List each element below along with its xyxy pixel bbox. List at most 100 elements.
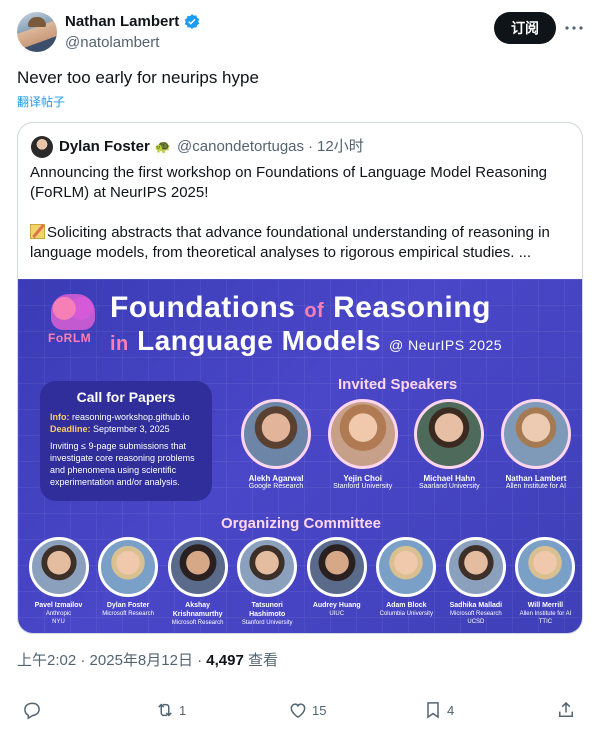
subscribe-button[interactable]: 订阅 bbox=[494, 12, 556, 44]
share-icon bbox=[559, 701, 573, 717]
cfp-deadline-value: September 3, 2025 bbox=[93, 424, 170, 434]
organizer: Adam Block Columbia University bbox=[372, 537, 441, 627]
speaker-photo bbox=[327, 399, 398, 469]
separator-dot: · bbox=[308, 138, 314, 155]
speaker-affiliation: Saarland University bbox=[418, 483, 480, 490]
organizer-affiliation: Microsoft Research bbox=[102, 611, 154, 617]
speaker-name: Nathan Lambert bbox=[505, 474, 567, 483]
organizer: Audrey Huang UIUC bbox=[302, 537, 371, 627]
speaker-affiliation: Google Research bbox=[248, 483, 304, 490]
quoted-paragraph-2-text: Soliciting abstracts that advance founda… bbox=[30, 224, 550, 261]
cfp-info-value: reasoning-workshop.github.io bbox=[72, 412, 190, 422]
memo-emoji-icon bbox=[30, 224, 45, 239]
repost-button[interactable]: 1 bbox=[155, 700, 186, 720]
organizer: Dylan Foster Microsoft Research bbox=[94, 537, 163, 627]
speaker-photo bbox=[241, 399, 311, 469]
organizer-name: Will Merrill bbox=[527, 602, 564, 609]
post-text: Never too early for neurips hype bbox=[17, 68, 259, 87]
organizer-affiliation: Microsoft Research UCSD bbox=[450, 611, 502, 625]
bookmark-icon bbox=[427, 702, 439, 719]
quoted-post-time: 12小时 bbox=[317, 138, 364, 155]
workshop-banner-image[interactable]: FoRLM Foundations of Reasoning in Langua… bbox=[18, 279, 582, 633]
like-count: 15 bbox=[312, 702, 327, 718]
quoted-author-handle: @canondetortugas bbox=[177, 138, 305, 155]
author-name[interactable]: Nathan Lambert bbox=[65, 12, 179, 32]
more-options-icon[interactable] bbox=[564, 18, 584, 38]
call-for-papers-box: Call for Papers Info: reasoning-workshop… bbox=[40, 381, 212, 501]
repost-icon bbox=[158, 703, 172, 717]
organizer-photo bbox=[28, 537, 89, 597]
organizer-name: Akshay Krishnamurthy bbox=[172, 602, 223, 618]
forlm-logo-label: FoRLM bbox=[48, 331, 92, 345]
organizer: Tatsunori Hashimoto Stanford University bbox=[233, 537, 302, 627]
speaker-name: Yejin Choi bbox=[343, 474, 382, 483]
post-metadata: 上午2:02 · 2025年8月12日 · 4,497 查看 bbox=[17, 651, 278, 671]
title-in: in bbox=[110, 333, 129, 355]
organizer-affiliation: Columbia University bbox=[379, 611, 433, 617]
organizer: Sadhika Malladi Microsoft Research UCSD bbox=[441, 537, 510, 627]
quoted-post-card[interactable]: Dylan Foster 🐢 @canondetortugas · 12小时 A… bbox=[17, 122, 583, 634]
quoted-paragraph-1: Announcing the first workshop on Foundat… bbox=[30, 164, 548, 201]
repost-count: 1 bbox=[179, 702, 187, 718]
organizer-name: Adam Block bbox=[386, 602, 427, 609]
speaker-affiliation: Allen Institute for AI bbox=[505, 483, 567, 490]
organizer: Will Merrill Allen Institute for AI TTIC bbox=[511, 537, 580, 627]
speaker-name: Michael Hahn bbox=[423, 474, 476, 483]
speaker-affiliation: Stanford University bbox=[333, 483, 393, 490]
speaker: Nathan Lambert Allen Institute for AI bbox=[496, 399, 576, 490]
separator-dot: · bbox=[80, 652, 90, 669]
organizer-name: Sadhika Malladi bbox=[449, 602, 503, 609]
invited-speakers-title: Invited Speakers bbox=[338, 376, 458, 393]
bookmark-button[interactable]: 4 bbox=[423, 700, 454, 720]
banner-title-line-2: in Language Models @ NeurIPS 2025 bbox=[110, 325, 502, 357]
speaker-photo bbox=[500, 399, 571, 469]
banner-title-line-1: Foundations of Reasoning bbox=[110, 291, 491, 325]
title-neurips: @ NeurIPS 2025 bbox=[389, 337, 503, 353]
organizer-photo bbox=[237, 537, 298, 597]
cfp-info-key: Info: bbox=[50, 412, 70, 422]
like-button[interactable]: 15 bbox=[288, 700, 326, 720]
organizer-affiliation: Stanford University bbox=[241, 620, 293, 626]
turtle-emoji-icon: 🐢 bbox=[154, 139, 172, 154]
cfp-deadline-key: Deadline: bbox=[50, 424, 91, 434]
title-language-models: Language Models bbox=[137, 325, 382, 356]
verified-badge-icon bbox=[184, 14, 200, 29]
organizer-affiliation: Anthropic NYU bbox=[45, 611, 72, 625]
organizer: Akshay Krishnamurthy Microsoft Research bbox=[163, 537, 232, 627]
organizer-name: Tatsunori Hashimoto bbox=[249, 602, 286, 618]
heart-icon bbox=[290, 703, 306, 718]
cfp-title: Call for Papers bbox=[76, 389, 176, 405]
author-handle[interactable]: @natolambert bbox=[65, 33, 159, 53]
organizing-committee-title: Organizing Committee bbox=[221, 515, 382, 532]
brain-logo-icon bbox=[51, 294, 95, 330]
cfp-body: Inviting ≤ 9-page submissions that inves… bbox=[50, 441, 195, 487]
quoted-author-name: Dylan Foster bbox=[59, 138, 150, 155]
author-name-row[interactable]: Nathan Lambert bbox=[65, 12, 201, 32]
title-reasoning: Reasoning bbox=[333, 291, 491, 324]
post-actions-bar: 1 15 4 bbox=[0, 700, 599, 724]
organizer-name: Audrey Huang bbox=[312, 602, 361, 609]
organizer-affiliation: Allen Institute for AI TTIC bbox=[519, 611, 572, 625]
share-button[interactable] bbox=[556, 700, 576, 720]
quoted-paragraph-2: Soliciting abstracts that advance founda… bbox=[30, 223, 575, 263]
organizer-photo bbox=[376, 537, 437, 597]
organizer-photo bbox=[306, 537, 367, 597]
speaker-photo bbox=[414, 399, 485, 469]
bookmark-count: 4 bbox=[447, 702, 455, 718]
post-date[interactable]: 2025年8月12日 bbox=[90, 652, 193, 669]
reply-button[interactable] bbox=[22, 700, 46, 720]
post-time[interactable]: 上午2:02 bbox=[17, 652, 76, 669]
organizer-affiliation: Microsoft Research bbox=[171, 620, 224, 626]
organizer: Pavel Izmailov Anthropic NYU bbox=[24, 537, 93, 627]
separator-dot: · bbox=[197, 652, 207, 669]
speaker: Yejin Choi Stanford University bbox=[323, 399, 403, 490]
organizer-name: Pavel Izmailov bbox=[34, 602, 83, 609]
invited-speakers-list: Alekh Agarwal Google Research Yejin Choi S… bbox=[236, 399, 576, 490]
organizer-photo bbox=[515, 537, 576, 597]
reply-icon bbox=[24, 702, 40, 720]
views-count: 4,497 bbox=[206, 652, 244, 669]
views-label: 查看 bbox=[248, 652, 279, 669]
title-foundations: Foundations bbox=[110, 291, 296, 324]
author-avatar[interactable] bbox=[17, 12, 57, 52]
translate-post-link[interactable]: 翻译帖子 bbox=[17, 93, 65, 110]
